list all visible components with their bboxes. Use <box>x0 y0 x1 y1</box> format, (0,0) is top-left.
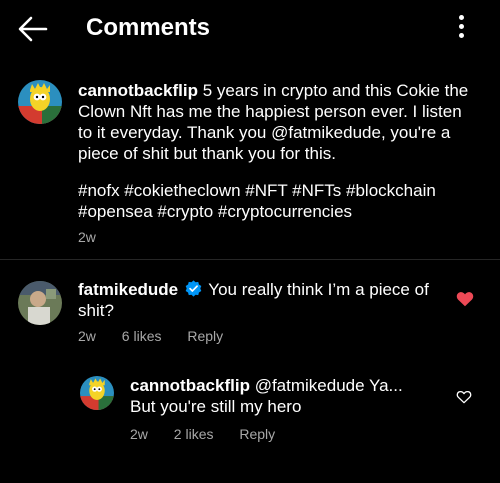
reply-meta: 2w 2 likes Reply <box>130 425 297 443</box>
caption-username[interactable]: cannotbackflip <box>78 81 198 100</box>
top-bar: Comments <box>0 0 500 58</box>
more-options-icon[interactable] <box>451 15 471 41</box>
comment-timestamp: 2w <box>78 328 96 344</box>
caption-timestamp: 2w <box>78 229 96 245</box>
divider <box>0 259 500 260</box>
avatar[interactable] <box>80 376 114 410</box>
comment-meta: 2w 6 likes Reply <box>78 327 245 345</box>
caption-hashtags-line-1[interactable]: #nofx #cokietheclown #NFT #NFTs #blockch… <box>78 180 488 201</box>
avatar[interactable] <box>18 80 62 124</box>
reply-button[interactable]: Reply <box>239 426 275 442</box>
caption-text: cannotbackflip 5 years in crypto and thi… <box>78 80 478 164</box>
reply-username[interactable]: cannotbackflip <box>130 376 250 395</box>
page-title: Comments <box>86 14 211 41</box>
heart-filled-icon[interactable] <box>456 291 474 307</box>
comment-username[interactable]: fatmikedude <box>78 280 178 299</box>
reply-button[interactable]: Reply <box>187 328 223 344</box>
caption-hashtags-line-2[interactable]: #opensea #crypto #cryptocurrencies <box>78 201 488 222</box>
comment-text: fatmikedude You really think I’m a piece… <box>78 279 438 321</box>
heart-outline-icon[interactable] <box>456 390 472 404</box>
avatar[interactable] <box>18 281 62 325</box>
reply-text: cannotbackflip @fatmikedude Ya... But yo… <box>130 375 430 417</box>
reply-timestamp: 2w <box>130 426 148 442</box>
verified-badge-icon <box>185 280 202 297</box>
back-arrow-icon[interactable] <box>16 14 48 44</box>
reply-likes[interactable]: 2 likes <box>174 426 214 442</box>
comment-likes[interactable]: 6 likes <box>122 328 162 344</box>
